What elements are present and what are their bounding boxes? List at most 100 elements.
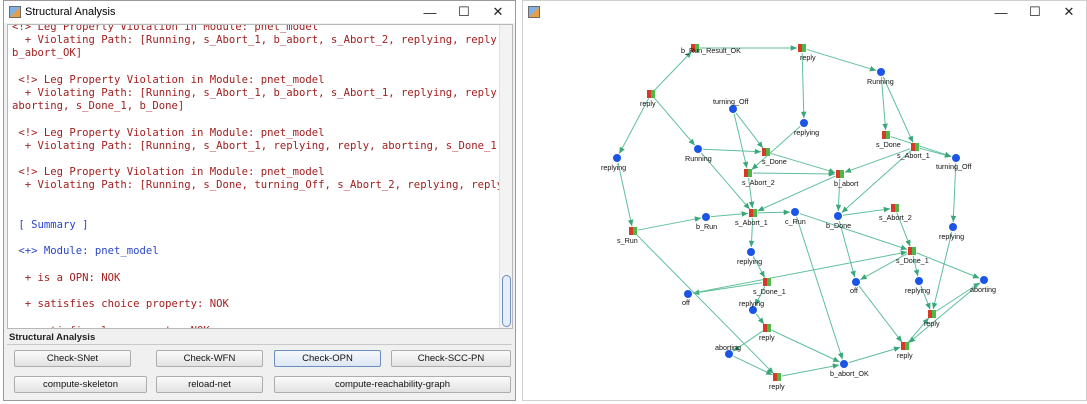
place-node[interactable]: Running (685, 145, 712, 163)
transition-marker-right (840, 170, 844, 178)
place-marker (800, 119, 808, 127)
place-node[interactable]: off (682, 290, 692, 307)
graph-edge (755, 313, 765, 325)
console-line: + is a OPN: NOK (12, 271, 121, 284)
transition-node[interactable]: b_abort (834, 170, 858, 188)
place-node[interactable]: Running (867, 68, 894, 86)
title-bar[interactable]: Structural Analysis — ☐ ✕ (4, 1, 515, 23)
node-label: reply (897, 351, 913, 360)
transition-node[interactable]: reply (897, 342, 913, 360)
transition-node[interactable]: reply (759, 324, 775, 342)
place-node[interactable]: replying (737, 248, 762, 266)
transition-node[interactable]: reply (640, 90, 656, 108)
vertical-scrollbar[interactable] (499, 25, 512, 328)
place-node[interactable]: aborting (970, 276, 996, 294)
transition-marker-left (629, 227, 633, 235)
place-node[interactable]: replying (601, 154, 626, 172)
graph-nodes[interactable]: b_Run_Result_OKreply Running reply turning_… (601, 44, 996, 391)
node-label: replying (905, 286, 930, 295)
place-marker (840, 360, 848, 368)
place-node[interactable]: replying (794, 119, 819, 137)
reload-net-button[interactable]: reload-net (156, 376, 263, 393)
check-wfn-button[interactable]: Check-WFN (156, 350, 263, 367)
transition-node[interactable]: reply (798, 44, 816, 62)
maximize-icon[interactable]: ☐ (447, 1, 481, 23)
graph-edge (752, 171, 836, 177)
transition-marker-left (911, 143, 915, 151)
transition-marker-left (928, 310, 932, 318)
place-node[interactable]: replying (939, 223, 964, 241)
console-line: <!> Leg Property Violation in Module: pn… (12, 24, 319, 33)
scrollbar-thumb[interactable] (502, 275, 511, 327)
transition-node[interactable]: s_Abort_2 (879, 204, 912, 222)
transition-node[interactable]: s_Abort_2 (742, 169, 775, 187)
node-label: turning_Off (936, 162, 971, 171)
transition-marker-right (767, 278, 771, 286)
structural-analysis-window: Structural Analysis — ☐ ✕ <!> Leg Proper… (3, 0, 516, 401)
console-line: <+> Module: pnet_model (12, 245, 159, 258)
transition-node[interactable]: s_Abort_1 (897, 143, 930, 160)
place-node[interactable]: b_Run (696, 213, 717, 231)
transition-marker-right (651, 90, 655, 98)
place-marker (949, 223, 957, 231)
output-console[interactable]: <!> Leg Property Violation in Module: pn… (7, 24, 513, 329)
place-node[interactable]: c_Run (785, 208, 806, 226)
close-icon[interactable]: ✕ (481, 1, 515, 23)
node-label: aborting (715, 343, 741, 352)
node-label: s_Abort_1 (897, 151, 930, 160)
graph-edge (806, 48, 877, 72)
place-node[interactable]: aborting (715, 343, 741, 358)
check-scc-pn-button[interactable]: Check-SCC-PN (391, 350, 511, 367)
graph-edge (800, 52, 807, 119)
node-label: replying (739, 299, 764, 308)
transition-marker-right (886, 131, 890, 139)
transition-node[interactable]: s_Abort_1 (735, 209, 768, 227)
node-label: s_Done_1 (896, 256, 929, 265)
place-node[interactable]: off (850, 278, 860, 295)
java-app-icon (9, 6, 21, 18)
node-label: s_Done (876, 140, 901, 149)
transition-node[interactable]: s_Done (762, 148, 787, 166)
transition-node[interactable]: reply (924, 310, 940, 328)
transition-marker-left (908, 247, 912, 255)
transition-node[interactable]: s_Done_1 (896, 247, 929, 265)
minimize-icon[interactable]: — (413, 1, 447, 23)
transition-marker-left (749, 209, 753, 217)
place-node[interactable]: turning_Off (936, 154, 971, 171)
node-label: s_Run (617, 236, 638, 245)
check-snet-button[interactable]: Check-SNet (14, 350, 131, 367)
node-label: reply (640, 99, 656, 108)
place-node[interactable]: turning_Off (713, 97, 748, 113)
transition-marker-left (763, 324, 767, 332)
console-text: <!> Leg Property Violation in Module: pn… (12, 24, 512, 328)
place-marker (952, 154, 960, 162)
transition-marker-right (802, 44, 806, 52)
graph-edge (796, 216, 844, 360)
compute-skeleton-button[interactable]: compute-skeleton (14, 376, 147, 393)
panel-title: Structural Analysis (9, 332, 96, 343)
panel-divider (7, 344, 512, 345)
node-label: s_Abort_1 (735, 218, 768, 227)
transition-node[interactable]: s_Done (876, 131, 901, 149)
node-label: replying (601, 163, 626, 172)
graph-edge (848, 346, 901, 364)
transition-marker-right (905, 342, 909, 350)
place-marker (694, 145, 702, 153)
transition-node[interactable]: s_Run (617, 227, 638, 245)
transition-marker-right (777, 373, 781, 381)
place-marker (852, 278, 860, 286)
node-label: aborting (970, 285, 996, 294)
transition-marker-right (633, 227, 637, 235)
petri-net-graph[interactable]: b_Run_Result_OKreply Running reply turning_… (523, 1, 1087, 402)
place-node[interactable]: replying (905, 277, 930, 295)
compute-reachability-graph-button[interactable]: compute-reachability-graph (274, 376, 511, 393)
place-marker (834, 212, 842, 220)
check-opn-button[interactable]: Check-OPN (274, 350, 381, 367)
transition-node[interactable]: b_Run_Result_OK (681, 44, 741, 55)
node-label: off (850, 286, 858, 295)
place-node[interactable]: replying (739, 299, 764, 314)
node-label: reply (759, 333, 775, 342)
